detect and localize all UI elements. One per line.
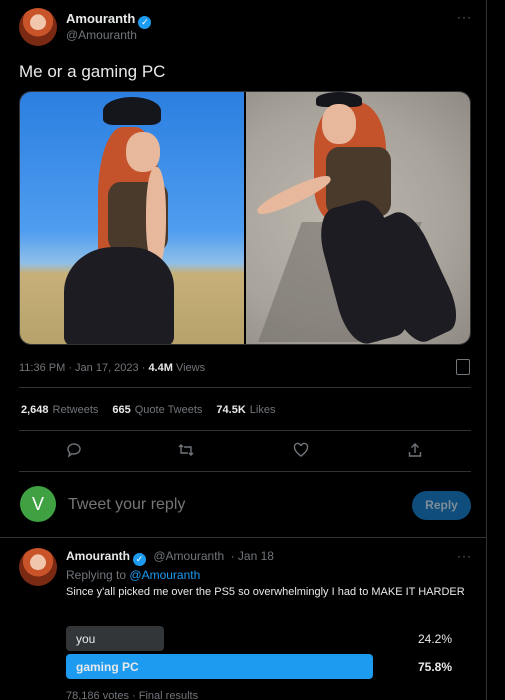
tweet-text: Me or a gaming PC xyxy=(19,62,166,81)
user-avatar[interactable]: V xyxy=(20,486,56,522)
author-name[interactable]: Amouranth ✓ xyxy=(66,11,152,29)
poll-option-percent: 75.8% xyxy=(417,660,452,674)
tweet-media[interactable] xyxy=(19,91,471,345)
reply-author-avatar[interactable] xyxy=(19,548,57,586)
reply-author-name[interactable]: Amouranth xyxy=(66,549,130,563)
views-label: Views xyxy=(175,362,206,374)
divider xyxy=(19,471,471,472)
more-dots-icon[interactable]: ··· xyxy=(457,549,472,563)
divider xyxy=(19,430,471,431)
quotes-stat[interactable]: 665 Quote Tweets xyxy=(112,404,202,416)
views-count: 4.4M xyxy=(148,362,173,374)
timestamp[interactable]: 11:36 PM · Jan 17, 2023 · xyxy=(19,362,145,374)
divider xyxy=(19,387,471,388)
poll-option-percent: 24.2% xyxy=(417,632,452,646)
replying-to-handle[interactable]: @Amouranth xyxy=(129,568,200,582)
divider xyxy=(0,537,487,538)
reply-icon[interactable] xyxy=(64,442,84,462)
analytics-icon[interactable] xyxy=(456,359,470,375)
tweet-thread: Amouranth ✓ @Amouranth ··· Me or a gaming… xyxy=(0,0,487,700)
poll-footer: 78,186 votes · Final results xyxy=(66,690,199,700)
reply-date[interactable]: · Jan 18 xyxy=(231,549,274,563)
poll-option-label: you xyxy=(76,632,96,646)
reply-author-handle[interactable]: @Amouranth xyxy=(153,549,224,563)
reply-input[interactable] xyxy=(68,496,388,514)
more-dots-icon[interactable]: ··· xyxy=(457,10,472,24)
likes-stat[interactable]: 74.5K Likes xyxy=(216,404,275,416)
photo-right[interactable] xyxy=(246,92,470,344)
reply-text: Since y'all picked me over the PS5 so ov… xyxy=(66,586,465,598)
author-handle[interactable]: @Amouranth xyxy=(66,28,137,42)
photo-left[interactable] xyxy=(20,92,244,344)
engagement-stats: 2,648 Retweets 665 Quote Tweets 74.5K Likes xyxy=(21,404,275,416)
tweet-meta: 11:36 PM · Jan 17, 2023 · 4.4M Views xyxy=(19,362,205,374)
verified-badge-icon: ✓ xyxy=(138,16,152,29)
reply-author-line: Amouranth ✓ @Amouranth · Jan 18 xyxy=(66,549,274,566)
share-icon[interactable] xyxy=(405,442,425,462)
retweets-stat[interactable]: 2,648 Retweets xyxy=(21,404,98,416)
like-icon[interactable] xyxy=(291,442,311,462)
tweet-actions xyxy=(0,442,487,462)
retweet-icon[interactable] xyxy=(176,442,196,462)
verified-badge-icon: ✓ xyxy=(133,553,146,566)
reply-button[interactable]: Reply xyxy=(412,491,471,520)
author-avatar[interactable] xyxy=(19,8,57,46)
poll-option-label: gaming PC xyxy=(76,660,139,674)
replying-to: Replying to @Amouranth xyxy=(66,568,201,582)
